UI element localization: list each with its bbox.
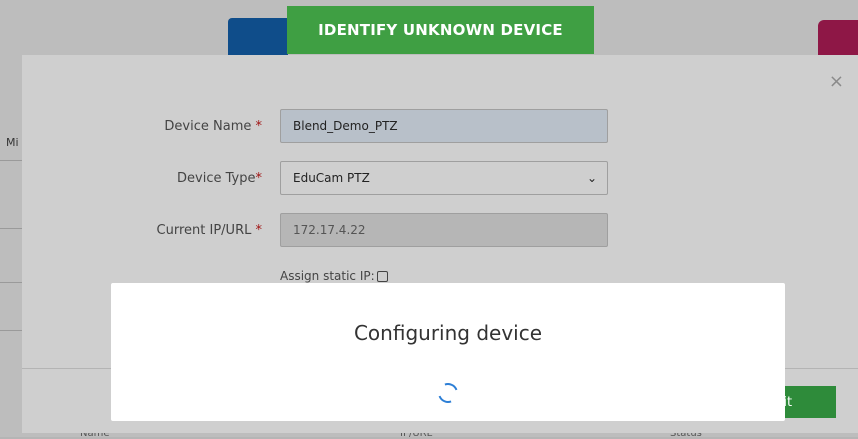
- device-type-select[interactable]: EduCam PTZ ⌄: [280, 161, 608, 195]
- background-row-divider: [0, 330, 24, 331]
- loading-spinner-icon: [434, 379, 462, 407]
- close-icon[interactable]: ×: [829, 71, 844, 92]
- current-ip-value: 172.17.4.22: [293, 223, 366, 237]
- device-name-label: Device Name *: [164, 119, 263, 134]
- background-row-divider: [0, 160, 24, 161]
- background-row-divider: [0, 228, 24, 229]
- background-edge-text: Mi: [6, 136, 19, 149]
- configuring-title: Configuring device: [353, 321, 543, 345]
- background-row-divider: [0, 282, 24, 283]
- device-name-value: Blend_Demo_PTZ: [293, 119, 398, 133]
- required-marker: *: [255, 171, 263, 186]
- assign-static-ip-checkbox[interactable]: [376, 270, 388, 282]
- configuring-dialog: Configuring device: [111, 283, 785, 421]
- background-card-magenta: [818, 20, 858, 60]
- current-ip-label: Current IP/URL *: [156, 223, 263, 238]
- current-ip-field[interactable]: 172.17.4.22: [280, 213, 608, 247]
- assign-static-ip-label: Assign static IP:: [280, 269, 375, 283]
- background-card-blue: [228, 18, 288, 58]
- required-marker: *: [255, 223, 263, 238]
- required-marker: *: [255, 119, 263, 134]
- device-name-input[interactable]: Blend_Demo_PTZ: [280, 109, 608, 143]
- chevron-down-icon: ⌄: [586, 171, 597, 185]
- identify-device-banner: IDENTIFY UNKNOWN DEVICE: [287, 6, 594, 54]
- device-type-label: Device Type*: [177, 171, 263, 186]
- device-type-value: EduCam PTZ: [293, 171, 370, 185]
- assign-static-ip-row: Assign static IP:: [280, 269, 388, 283]
